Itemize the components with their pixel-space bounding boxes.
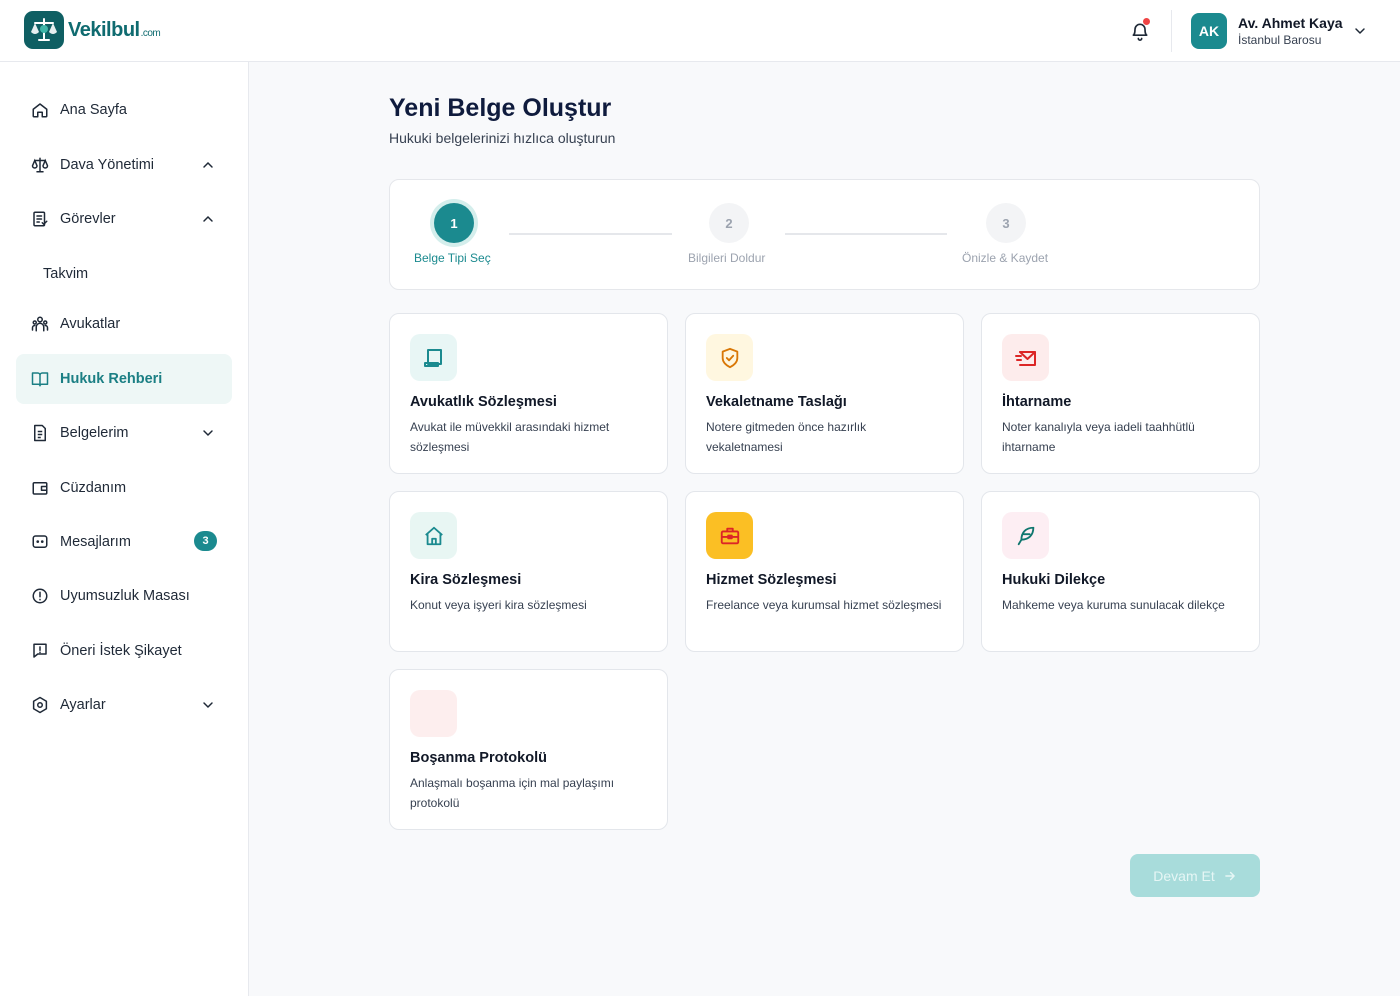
sidebar-item-cuzdanim[interactable]: Cüzdanım: [16, 463, 232, 513]
card-description: Notere gitmeden önce hazırlık vekaletnam…: [706, 420, 867, 454]
mail-send-icon: [1002, 334, 1049, 381]
chevron-down-icon: [200, 425, 216, 441]
message-icon: [31, 533, 49, 551]
user-name[interactable]: Av. Ahmet Kaya: [1238, 15, 1343, 31]
contract-icon: [410, 334, 457, 381]
sidebar-item-label: Hukuk Rehberi: [60, 371, 163, 387]
scale-icon: [31, 156, 49, 174]
blank-icon: [410, 690, 457, 737]
step-3-circle: 3: [986, 203, 1026, 243]
step-connector: [509, 233, 672, 235]
card-description: Noter kanalıyla veya iadeli taahhütlü ih…: [1002, 420, 1195, 454]
top-header: Vekilbul.com AK Av. Ahmet Kaya İstanbul …: [0, 0, 1400, 62]
sidebar-item-label: Avukatlar: [60, 316, 121, 332]
sidebar-item-label: Ana Sayfa: [60, 102, 127, 118]
logo[interactable]: Vekilbul.com: [24, 11, 161, 49]
sidebar-item-label: Takvim: [43, 266, 89, 282]
card-description: Konut veya işyeri kira sözleşmesi: [410, 598, 587, 612]
briefcase-icon: [706, 512, 753, 559]
wallet-icon: [31, 479, 49, 497]
card-description: Anlaşmalı boşanma için mal paylaşımı pro…: [410, 776, 615, 810]
document-type-card-hizmet[interactable]: Hizmet Sözleşmesi Freelance veya kurumsa…: [685, 491, 964, 652]
step-3-label: Önizle & Kaydet: [962, 251, 1049, 265]
document-type-card-vekaletname[interactable]: Vekaletname Taslağı Notere gitmeden önce…: [685, 313, 964, 474]
users-icon: [31, 315, 49, 333]
chevron-up-icon: [200, 157, 216, 173]
sidebar-item-gorevler[interactable]: Görevler: [16, 194, 232, 244]
card-title: Hizmet Sözleşmesi: [706, 572, 837, 588]
unread-count-badge: 3: [194, 531, 217, 551]
card-title: Boşanma Protokolü: [410, 750, 547, 766]
home-icon: [31, 101, 49, 119]
feather-icon: [1002, 512, 1049, 559]
settings-icon: [31, 696, 49, 714]
step-connector: [785, 233, 947, 235]
sidebar-item-hukuk-rehberi[interactable]: Hukuk Rehberi: [16, 354, 232, 404]
sidebar-item-label: Belgelerim: [60, 425, 129, 441]
book-icon: [31, 370, 49, 388]
document-type-card-bosanma[interactable]: Boşanma Protokolü Anlaşmalı boşanma için…: [389, 669, 668, 830]
sidebar-item-ana-sayfa[interactable]: Ana Sayfa: [16, 85, 232, 135]
step-1-label: Belge Tipi Seç: [414, 251, 491, 265]
sidebar-item-label: Mesajlarım: [60, 534, 131, 550]
page-subtitle: Hukuki belgelerinizi hızlıca oluşturun: [389, 130, 616, 146]
sidebar-item-label: Uyumsuzluk Masası: [60, 588, 190, 604]
scale-logo-icon: [24, 11, 64, 49]
shield-check-icon: [706, 334, 753, 381]
sidebar-item-ayarlar[interactable]: Ayarlar: [16, 680, 232, 730]
header-divider: [1171, 10, 1172, 52]
tasks-icon: [31, 210, 49, 228]
notification-dot: [1143, 18, 1150, 25]
step-2-label: Bilgileri Doldur: [688, 251, 766, 265]
step-1-circle: 1: [434, 203, 474, 243]
sidebar: Ana Sayfa Dava Yönetimi Görevler Takvim …: [0, 62, 249, 996]
sidebar-item-mesajlarim[interactable]: Mesajlarım 3: [16, 517, 232, 567]
card-description: Mahkeme veya kuruma sunulacak dilekçe: [1002, 598, 1225, 612]
card-title: Kira Sözleşmesi: [410, 572, 522, 588]
continue-button-label: Devam Et: [1153, 867, 1215, 884]
arrow-right-icon: [1224, 871, 1235, 880]
card-description: Freelance veya kurumsal hizmet sözleşmes…: [706, 598, 942, 612]
alert-circle-icon: [31, 587, 49, 605]
card-title: İhtarname: [1002, 394, 1072, 410]
sidebar-item-dava-yonetimi[interactable]: Dava Yönetimi: [16, 140, 232, 190]
page-title: Yeni Belge Oluştur: [389, 94, 612, 122]
card-title: Avukatlık Sözleşmesi: [410, 394, 557, 410]
document-type-card-avukatlik[interactable]: Avukatlık Sözleşmesi Avukat ile müvekkil…: [389, 313, 668, 474]
chevron-down-icon: [200, 697, 216, 713]
logo-text: Vekilbul.com: [68, 18, 161, 41]
card-title: Hukuki Dilekçe: [1002, 572, 1106, 588]
user-subtitle: İstanbul Barosu: [1238, 33, 1322, 47]
sidebar-item-label: Dava Yönetimi: [60, 157, 155, 173]
document-icon: [31, 424, 49, 442]
house-icon: [410, 512, 457, 559]
card-description: Avukat ile müvekkil arasındaki hizmet sö…: [410, 420, 610, 454]
sidebar-item-label: Cüzdanım: [60, 480, 127, 496]
sidebar-item-label: Öneri İstek Şikayet: [60, 643, 182, 659]
step-2-circle: 2: [709, 203, 749, 243]
sidebar-item-oneri-istek-sikayet[interactable]: Öneri İstek Şikayet: [16, 626, 232, 676]
document-type-card-ihtarname[interactable]: İhtarname Noter kanalıyla veya iadeli ta…: [981, 313, 1260, 474]
chevron-up-icon: [200, 211, 216, 227]
card-title: Vekaletname Taslağı: [706, 394, 847, 410]
sidebar-item-takvim[interactable]: Takvim: [16, 249, 232, 299]
continue-button[interactable]: Devam Et: [1130, 854, 1260, 897]
sidebar-item-belgelerim[interactable]: Belgelerim: [16, 408, 232, 458]
document-type-card-kira[interactable]: Kira Sözleşmesi Konut veya işyeri kira s…: [389, 491, 668, 652]
avatar[interactable]: AK: [1191, 13, 1227, 49]
notification-bell-icon[interactable]: [1127, 18, 1153, 44]
sidebar-item-avukatlar[interactable]: Avukatlar: [16, 299, 232, 349]
sidebar-item-label: Görevler: [60, 211, 116, 227]
sidebar-item-uyumsuzluk-masasi[interactable]: Uyumsuzluk Masası: [16, 571, 232, 621]
sidebar-item-label: Ayarlar: [60, 697, 106, 713]
chevron-down-icon[interactable]: [1352, 23, 1368, 39]
document-type-card-dilekce[interactable]: Hukuki Dilekçe Mahkeme veya kuruma sunul…: [981, 491, 1260, 652]
feedback-icon: [31, 642, 49, 660]
stepper: 1 Belge Tipi Seç 2 Bilgileri Doldur 3 Ön…: [389, 179, 1260, 290]
